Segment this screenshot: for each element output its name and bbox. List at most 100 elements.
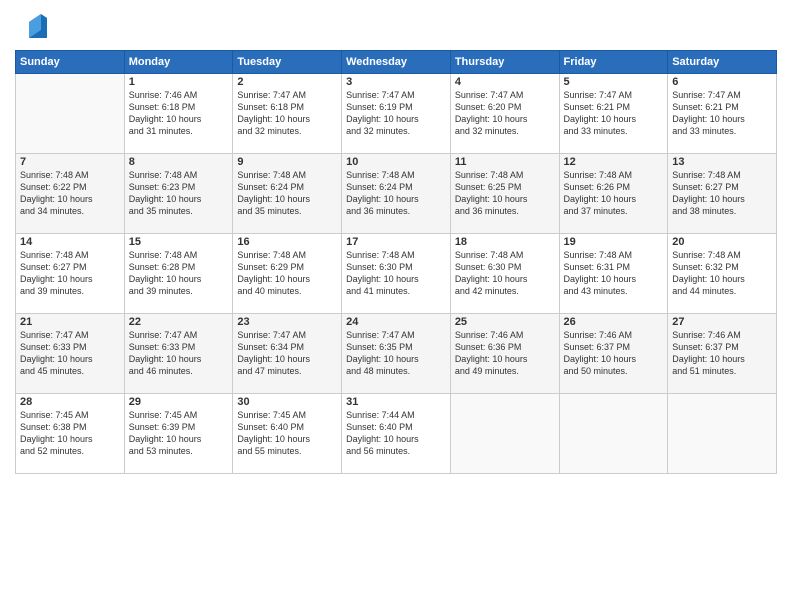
day-number: 18: [455, 236, 555, 248]
calendar-cell: [450, 394, 559, 474]
calendar-cell: 8Sunrise: 7:48 AM Sunset: 6:23 PM Daylig…: [124, 154, 233, 234]
header-cell-sunday: Sunday: [16, 51, 125, 74]
calendar-cell: 21Sunrise: 7:47 AM Sunset: 6:33 PM Dayli…: [16, 314, 125, 394]
day-info: Sunrise: 7:46 AM Sunset: 6:37 PM Dayligh…: [672, 329, 772, 378]
day-info: Sunrise: 7:48 AM Sunset: 6:31 PM Dayligh…: [564, 249, 664, 298]
calendar-cell: 20Sunrise: 7:48 AM Sunset: 6:32 PM Dayli…: [668, 234, 777, 314]
day-number: 5: [564, 76, 664, 88]
calendar-page: SundayMondayTuesdayWednesdayThursdayFrid…: [0, 0, 792, 612]
day-number: 26: [564, 316, 664, 328]
day-info: Sunrise: 7:48 AM Sunset: 6:28 PM Dayligh…: [129, 249, 229, 298]
day-info: Sunrise: 7:47 AM Sunset: 6:33 PM Dayligh…: [129, 329, 229, 378]
calendar-cell: 17Sunrise: 7:48 AM Sunset: 6:30 PM Dayli…: [342, 234, 451, 314]
day-info: Sunrise: 7:48 AM Sunset: 6:26 PM Dayligh…: [564, 169, 664, 218]
day-info: Sunrise: 7:48 AM Sunset: 6:29 PM Dayligh…: [237, 249, 337, 298]
day-number: 7: [20, 156, 120, 168]
header-row: SundayMondayTuesdayWednesdayThursdayFrid…: [16, 51, 777, 74]
calendar-cell: 31Sunrise: 7:44 AM Sunset: 6:40 PM Dayli…: [342, 394, 451, 474]
calendar-cell: 29Sunrise: 7:45 AM Sunset: 6:39 PM Dayli…: [124, 394, 233, 474]
calendar-cell: 1Sunrise: 7:46 AM Sunset: 6:18 PM Daylig…: [124, 74, 233, 154]
calendar-cell: 25Sunrise: 7:46 AM Sunset: 6:36 PM Dayli…: [450, 314, 559, 394]
day-info: Sunrise: 7:46 AM Sunset: 6:36 PM Dayligh…: [455, 329, 555, 378]
day-info: Sunrise: 7:48 AM Sunset: 6:24 PM Dayligh…: [346, 169, 446, 218]
day-number: 29: [129, 396, 229, 408]
day-info: Sunrise: 7:48 AM Sunset: 6:22 PM Dayligh…: [20, 169, 120, 218]
header: [15, 10, 777, 42]
day-number: 25: [455, 316, 555, 328]
day-info: Sunrise: 7:47 AM Sunset: 6:19 PM Dayligh…: [346, 89, 446, 138]
day-number: 13: [672, 156, 772, 168]
day-number: 2: [237, 76, 337, 88]
day-number: 27: [672, 316, 772, 328]
header-cell-tuesday: Tuesday: [233, 51, 342, 74]
calendar-table: SundayMondayTuesdayWednesdayThursdayFrid…: [15, 50, 777, 474]
day-info: Sunrise: 7:45 AM Sunset: 6:38 PM Dayligh…: [20, 409, 120, 458]
calendar-cell: 22Sunrise: 7:47 AM Sunset: 6:33 PM Dayli…: [124, 314, 233, 394]
day-info: Sunrise: 7:44 AM Sunset: 6:40 PM Dayligh…: [346, 409, 446, 458]
header-cell-thursday: Thursday: [450, 51, 559, 74]
day-number: 22: [129, 316, 229, 328]
calendar-cell: 30Sunrise: 7:45 AM Sunset: 6:40 PM Dayli…: [233, 394, 342, 474]
calendar-cell: 10Sunrise: 7:48 AM Sunset: 6:24 PM Dayli…: [342, 154, 451, 234]
calendar-cell: [559, 394, 668, 474]
week-row-3: 14Sunrise: 7:48 AM Sunset: 6:27 PM Dayli…: [16, 234, 777, 314]
day-info: Sunrise: 7:46 AM Sunset: 6:37 PM Dayligh…: [564, 329, 664, 378]
day-number: 9: [237, 156, 337, 168]
calendar-cell: [668, 394, 777, 474]
calendar-cell: 15Sunrise: 7:48 AM Sunset: 6:28 PM Dayli…: [124, 234, 233, 314]
day-info: Sunrise: 7:48 AM Sunset: 6:23 PM Dayligh…: [129, 169, 229, 218]
week-row-2: 7Sunrise: 7:48 AM Sunset: 6:22 PM Daylig…: [16, 154, 777, 234]
day-info: Sunrise: 7:48 AM Sunset: 6:25 PM Dayligh…: [455, 169, 555, 218]
calendar-cell: 2Sunrise: 7:47 AM Sunset: 6:18 PM Daylig…: [233, 74, 342, 154]
day-info: Sunrise: 7:45 AM Sunset: 6:39 PM Dayligh…: [129, 409, 229, 458]
calendar-cell: 16Sunrise: 7:48 AM Sunset: 6:29 PM Dayli…: [233, 234, 342, 314]
day-info: Sunrise: 7:47 AM Sunset: 6:20 PM Dayligh…: [455, 89, 555, 138]
calendar-cell: 9Sunrise: 7:48 AM Sunset: 6:24 PM Daylig…: [233, 154, 342, 234]
day-info: Sunrise: 7:48 AM Sunset: 6:24 PM Dayligh…: [237, 169, 337, 218]
day-number: 14: [20, 236, 120, 248]
day-info: Sunrise: 7:47 AM Sunset: 6:33 PM Dayligh…: [20, 329, 120, 378]
calendar-cell: 18Sunrise: 7:48 AM Sunset: 6:30 PM Dayli…: [450, 234, 559, 314]
day-number: 8: [129, 156, 229, 168]
day-info: Sunrise: 7:48 AM Sunset: 6:30 PM Dayligh…: [455, 249, 555, 298]
day-number: 17: [346, 236, 446, 248]
day-number: 16: [237, 236, 337, 248]
day-number: 12: [564, 156, 664, 168]
calendar-cell: 7Sunrise: 7:48 AM Sunset: 6:22 PM Daylig…: [16, 154, 125, 234]
day-info: Sunrise: 7:48 AM Sunset: 6:27 PM Dayligh…: [20, 249, 120, 298]
calendar-cell: 19Sunrise: 7:48 AM Sunset: 6:31 PM Dayli…: [559, 234, 668, 314]
day-number: 24: [346, 316, 446, 328]
day-info: Sunrise: 7:47 AM Sunset: 6:35 PM Dayligh…: [346, 329, 446, 378]
day-number: 20: [672, 236, 772, 248]
header-cell-friday: Friday: [559, 51, 668, 74]
calendar-cell: 3Sunrise: 7:47 AM Sunset: 6:19 PM Daylig…: [342, 74, 451, 154]
calendar-cell: 6Sunrise: 7:47 AM Sunset: 6:21 PM Daylig…: [668, 74, 777, 154]
day-info: Sunrise: 7:48 AM Sunset: 6:30 PM Dayligh…: [346, 249, 446, 298]
calendar-cell: 13Sunrise: 7:48 AM Sunset: 6:27 PM Dayli…: [668, 154, 777, 234]
day-info: Sunrise: 7:47 AM Sunset: 6:21 PM Dayligh…: [564, 89, 664, 138]
week-row-4: 21Sunrise: 7:47 AM Sunset: 6:33 PM Dayli…: [16, 314, 777, 394]
day-number: 6: [672, 76, 772, 88]
header-cell-saturday: Saturday: [668, 51, 777, 74]
day-number: 15: [129, 236, 229, 248]
day-number: 30: [237, 396, 337, 408]
calendar-cell: 24Sunrise: 7:47 AM Sunset: 6:35 PM Dayli…: [342, 314, 451, 394]
day-number: 28: [20, 396, 120, 408]
day-number: 23: [237, 316, 337, 328]
day-info: Sunrise: 7:47 AM Sunset: 6:18 PM Dayligh…: [237, 89, 337, 138]
day-info: Sunrise: 7:45 AM Sunset: 6:40 PM Dayligh…: [237, 409, 337, 458]
day-number: 31: [346, 396, 446, 408]
calendar-cell: 4Sunrise: 7:47 AM Sunset: 6:20 PM Daylig…: [450, 74, 559, 154]
day-number: 11: [455, 156, 555, 168]
day-number: 1: [129, 76, 229, 88]
calendar-cell: 12Sunrise: 7:48 AM Sunset: 6:26 PM Dayli…: [559, 154, 668, 234]
day-info: Sunrise: 7:47 AM Sunset: 6:34 PM Dayligh…: [237, 329, 337, 378]
day-info: Sunrise: 7:46 AM Sunset: 6:18 PM Dayligh…: [129, 89, 229, 138]
day-number: 3: [346, 76, 446, 88]
logo-icon: [19, 10, 51, 42]
header-cell-wednesday: Wednesday: [342, 51, 451, 74]
header-cell-monday: Monday: [124, 51, 233, 74]
day-info: Sunrise: 7:47 AM Sunset: 6:21 PM Dayligh…: [672, 89, 772, 138]
week-row-1: 1Sunrise: 7:46 AM Sunset: 6:18 PM Daylig…: [16, 74, 777, 154]
calendar-cell: [16, 74, 125, 154]
